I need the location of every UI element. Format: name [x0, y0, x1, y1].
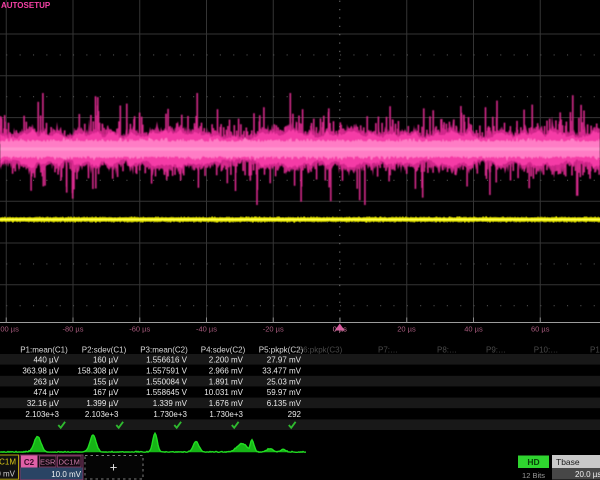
svg-text:P8:…: P8:…: [437, 345, 457, 354]
svg-text:155 µV: 155 µV: [93, 377, 119, 386]
svg-text:10.0 mV: 10.0 mV: [51, 470, 81, 479]
svg-text:59.97 mV: 59.97 mV: [267, 388, 302, 397]
svg-text:292: 292: [288, 410, 302, 419]
svg-text:1.891 mV: 1.891 mV: [209, 377, 244, 386]
svg-text:1.339 mV: 1.339 mV: [153, 399, 188, 408]
svg-text:20 µs: 20 µs: [397, 325, 416, 334]
svg-text:P7:…: P7:…: [378, 345, 398, 354]
svg-text:Tbase: Tbase: [556, 457, 580, 467]
svg-text:363.98 µV: 363.98 µV: [22, 366, 59, 375]
svg-text:1.730e+3: 1.730e+3: [209, 410, 243, 419]
svg-text:167 µV: 167 µV: [93, 388, 119, 397]
svg-text:6.135 mV: 6.135 mV: [267, 399, 302, 408]
svg-text:P9:…: P9:…: [486, 345, 506, 354]
svg-text:+: +: [110, 460, 118, 475]
svg-text:160 µV: 160 µV: [93, 356, 119, 365]
svg-text:0.0 mV: 0.0 mV: [0, 470, 16, 479]
svg-text:440 µV: 440 µV: [33, 356, 59, 365]
svg-text:-60 µs: -60 µs: [129, 325, 150, 334]
svg-text:DC1M: DC1M: [59, 458, 80, 467]
svg-text:2.103e+3: 2.103e+3: [85, 410, 119, 419]
svg-text:32.16 µV: 32.16 µV: [27, 399, 60, 408]
svg-text:40 µs: 40 µs: [464, 325, 483, 334]
svg-text:-40 µs: -40 µs: [196, 325, 217, 334]
svg-text:P6:pkpk(C3): P6:pkpk(C3): [298, 345, 343, 354]
svg-text:1.676 mV: 1.676 mV: [209, 399, 244, 408]
svg-text:-80 µs: -80 µs: [63, 325, 84, 334]
svg-text:25.03 mV: 25.03 mV: [267, 377, 302, 386]
svg-text:1.730e+3: 1.730e+3: [153, 410, 187, 419]
svg-text:2.966 mV: 2.966 mV: [209, 366, 244, 375]
svg-text:60 µs: 60 µs: [531, 325, 550, 334]
svg-text:1.558645 V: 1.558645 V: [146, 388, 188, 397]
svg-text:1.399 µV: 1.399 µV: [86, 399, 119, 408]
svg-text:C2: C2: [24, 458, 35, 467]
svg-text:P10:…: P10:…: [534, 345, 558, 354]
svg-text:-20 µs: -20 µs: [263, 325, 284, 334]
svg-text:0 µs: 0 µs: [333, 325, 348, 334]
svg-text:HD: HD: [527, 457, 539, 467]
svg-text:AUTOSETUP: AUTOSETUP: [1, 1, 51, 10]
svg-text:33.477 mV: 33.477 mV: [262, 366, 301, 375]
svg-text:P2:sdev(C1): P2:sdev(C1): [82, 345, 127, 354]
svg-text:20.0 µs: 20.0 µs: [575, 470, 600, 479]
svg-text:P1:mean(C1): P1:mean(C1): [20, 345, 68, 354]
svg-text:1.550084 V: 1.550084 V: [146, 377, 188, 386]
svg-text:DC1M: DC1M: [0, 458, 16, 467]
svg-text:P4:sdev(C2): P4:sdev(C2): [201, 345, 246, 354]
svg-text:P1: P1: [590, 345, 600, 354]
svg-text:10.031 mV: 10.031 mV: [204, 388, 243, 397]
svg-text:27.97 mV: 27.97 mV: [267, 356, 302, 365]
svg-text:2.103e+3: 2.103e+3: [25, 410, 59, 419]
svg-text:P3:mean(C2): P3:mean(C2): [140, 345, 188, 354]
svg-text:158.308 µV: 158.308 µV: [77, 366, 119, 375]
svg-text:263 µV: 263 µV: [33, 377, 59, 386]
svg-text:2.200 mV: 2.200 mV: [209, 356, 244, 365]
svg-text:-100 µs: -100 µs: [0, 325, 19, 334]
svg-text:1.556616 V: 1.556616 V: [146, 356, 188, 365]
svg-text:1.557591 V: 1.557591 V: [146, 366, 188, 375]
svg-text:ESR: ESR: [40, 458, 56, 467]
svg-text:474 µV: 474 µV: [33, 388, 59, 397]
svg-text:12 Bits: 12 Bits: [522, 471, 545, 480]
